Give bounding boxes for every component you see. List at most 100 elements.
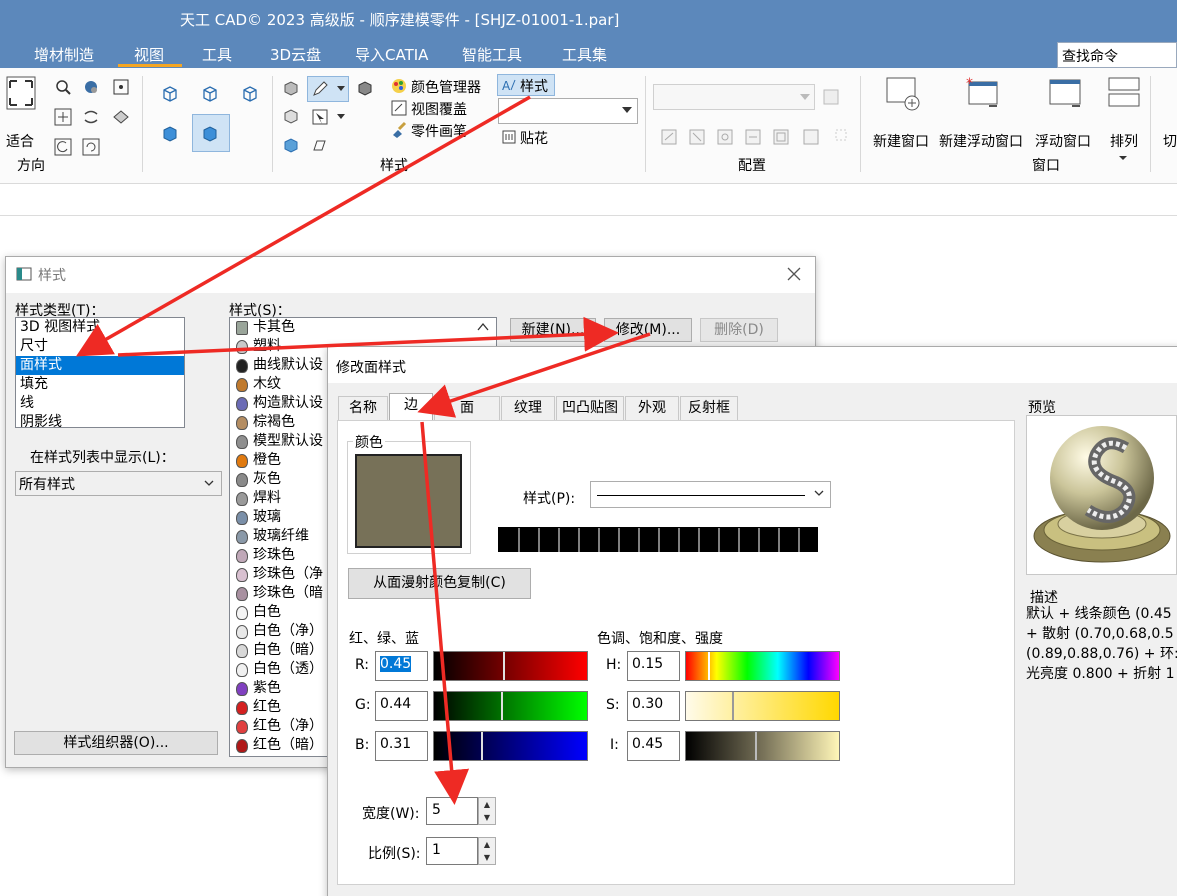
slider-marker[interactable] (501, 692, 503, 720)
style-dropdown[interactable] (498, 98, 638, 124)
close-icon[interactable] (786, 266, 802, 282)
i-value-input[interactable]: 0.45 (627, 731, 680, 761)
select-filter-icon[interactable] (311, 108, 329, 126)
r-value-input[interactable]: 0.45 (375, 651, 428, 681)
new-window-button[interactable]: 新建窗口 (873, 131, 929, 151)
fit-view-icon[interactable] (6, 76, 36, 110)
spin-up-icon[interactable]: ▲ (479, 838, 495, 851)
g-gradient-slider[interactable] (433, 691, 588, 721)
style-type-list[interactable]: 3D 视图样式 尺寸 面样式 填充 线 阴影线 (15, 317, 185, 428)
config-tool-4-icon[interactable] (744, 128, 762, 146)
front-view-icon[interactable] (200, 84, 220, 104)
config-tool-2-icon[interactable] (688, 128, 706, 146)
tab-name[interactable]: 名称 (338, 396, 388, 421)
spin-icon[interactable] (82, 108, 100, 126)
modify-style-button[interactable]: 修改(M)... (604, 318, 692, 342)
list-item[interactable]: 阴影线 (16, 413, 184, 427)
list-item-selected[interactable]: 面样式 (16, 356, 184, 375)
scale-spinner[interactable]: ▲ ▼ (478, 837, 496, 865)
spin-up-icon[interactable]: ▲ (479, 798, 495, 811)
tab-view[interactable]: 视图 (134, 44, 164, 65)
config-dropdown[interactable] (653, 84, 815, 110)
floating-window-button[interactable]: 浮动窗口 (1035, 131, 1091, 151)
tab-smart-tools[interactable]: 智能工具 (462, 44, 522, 65)
tab-edge[interactable]: 边 (389, 393, 433, 421)
style-organizer-button[interactable]: 样式组织器(O)... (14, 731, 218, 755)
spin-down-icon[interactable]: ▼ (479, 811, 495, 824)
slider-marker[interactable] (481, 732, 483, 760)
spin-down-icon[interactable]: ▼ (479, 851, 495, 864)
view-override-button[interactable]: 视图覆盖 (411, 99, 467, 119)
zoom-window-icon[interactable] (54, 108, 72, 126)
part-painter-button[interactable]: 零件画笔 (411, 121, 467, 141)
tab-appearance[interactable]: 外观 (625, 396, 679, 421)
slider-marker[interactable] (755, 732, 757, 760)
tab-bump-map[interactable]: 凹凸贴图 (556, 396, 624, 421)
show-filter-dropdown[interactable]: 所有样式 (15, 471, 222, 496)
g-value-input[interactable]: 0.44 (375, 691, 428, 721)
decal-button[interactable]: 贴花 (520, 128, 548, 148)
h-gradient-slider[interactable] (685, 651, 840, 681)
config-tool-5-icon[interactable] (772, 128, 790, 146)
new-floating-window-button[interactable]: 新建浮动窗口 (939, 131, 1023, 151)
scale-input[interactable]: 1 (426, 837, 478, 865)
tab-face[interactable]: 面 (434, 396, 500, 421)
config-tool-1-icon[interactable] (660, 128, 678, 146)
scroll-up-icon[interactable] (476, 321, 490, 333)
tab-toolsets[interactable]: 工具集 (562, 44, 607, 65)
tab-texture[interactable]: 纹理 (501, 396, 555, 421)
previous-view-icon[interactable] (54, 138, 72, 156)
visible-edges-icon[interactable] (357, 80, 373, 96)
fit-label[interactable]: 适合 (6, 131, 34, 151)
command-search-input[interactable]: 查找命令 (1057, 42, 1177, 68)
i-gradient-slider[interactable] (685, 731, 840, 761)
tab-import-catia[interactable]: 导入CATIA (355, 44, 428, 65)
b-gradient-slider[interactable] (433, 731, 588, 761)
color-swatch[interactable] (355, 454, 462, 548)
list-item[interactable]: 尺寸 (16, 337, 184, 356)
part-painter-icon (393, 121, 407, 138)
style-list-item[interactable]: 卡其色 (230, 318, 496, 337)
right-view-icon[interactable] (240, 84, 260, 104)
look-at-icon[interactable] (112, 108, 130, 126)
top-view-icon[interactable] (160, 124, 180, 144)
view-rotate-icon[interactable] (82, 78, 100, 96)
config-tool-6-icon[interactable] (802, 128, 820, 146)
h-value-input[interactable]: 0.15 (627, 651, 680, 681)
slider-marker[interactable] (708, 652, 710, 680)
r-gradient-slider[interactable] (433, 651, 588, 681)
s-value-input[interactable]: 0.30 (627, 691, 680, 721)
slider-marker[interactable] (503, 652, 505, 680)
new-style-button[interactable]: 新建(N)... (510, 318, 596, 342)
b-value-input[interactable]: 0.31 (375, 731, 428, 761)
config-tool-3-icon[interactable] (716, 128, 734, 146)
shading-icon[interactable] (283, 80, 299, 96)
copy-from-face-diffuse-button[interactable]: 从面漫射颜色复制(C) (348, 568, 531, 599)
pan-icon[interactable] (112, 78, 130, 96)
tab-3d-cloud[interactable]: 3D云盘 (270, 44, 321, 65)
tab-additive[interactable]: 增材制造 (34, 44, 94, 65)
hidden-edges-icon[interactable] (283, 108, 299, 124)
s-gradient-slider[interactable] (685, 691, 840, 721)
wireframe-icon[interactable] (283, 137, 299, 153)
line-style-dropdown[interactable] (590, 481, 831, 508)
zoom-area-icon[interactable] (54, 78, 72, 96)
list-item[interactable]: 线 (16, 394, 184, 413)
width-spinner[interactable]: ▲ ▼ (478, 797, 496, 825)
slider-marker[interactable] (732, 692, 734, 720)
config-save-icon[interactable] (822, 88, 840, 106)
ribbon-separator (645, 76, 646, 172)
list-item[interactable]: 3D 视图样式 (16, 318, 184, 337)
tab-tools[interactable]: 工具 (202, 44, 232, 65)
refresh-view-icon[interactable] (82, 138, 100, 156)
iso-view-icon[interactable] (160, 84, 180, 104)
config-tool-7-icon[interactable] (834, 128, 848, 142)
list-item[interactable]: 填充 (16, 375, 184, 394)
width-input[interactable]: 5 (426, 797, 478, 825)
switch-window-button[interactable]: 切 (1163, 131, 1177, 151)
tab-reflection[interactable]: 反射框 (680, 396, 738, 421)
arrange-button[interactable]: 排列 (1110, 131, 1138, 151)
line-pattern-bar[interactable] (498, 527, 818, 553)
color-manager-button[interactable]: 颜色管理器 (411, 77, 481, 97)
shadow-icon[interactable] (311, 137, 327, 153)
